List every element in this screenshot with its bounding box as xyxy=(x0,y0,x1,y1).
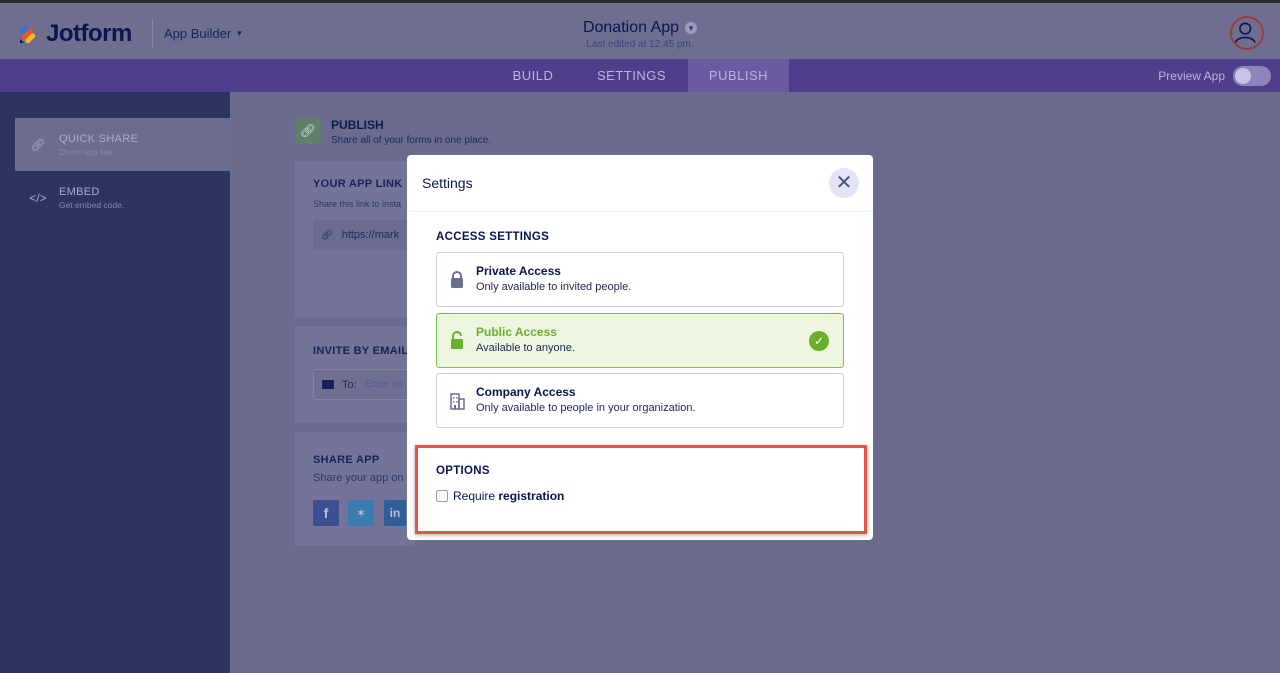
preview-app-toggle[interactable] xyxy=(1233,66,1271,86)
invite-title: INVITE BY EMAIL xyxy=(313,345,409,357)
sidebar-item-subtitle: Direct app link. xyxy=(59,146,116,157)
option-subtitle: Only available to people in your organiz… xyxy=(476,402,696,414)
app-link-field[interactable]: 🔗︎ https://mark xyxy=(313,220,413,250)
option-subtitle: Available to anyone. xyxy=(476,342,575,354)
share-app-subtitle: Share your app on xyxy=(313,472,404,484)
publish-header: 🔗︎ PUBLISH Share all of your forms in on… xyxy=(295,118,491,146)
option-title: Company Access xyxy=(476,385,576,399)
link-icon: 🔗︎ xyxy=(321,229,334,241)
link-icon: 🔗︎ xyxy=(30,137,46,152)
company-access-option[interactable]: Company Access Only available to people … xyxy=(436,373,844,428)
modal-header: Settings ✕ xyxy=(407,155,873,212)
require-label-text: Require xyxy=(453,489,499,503)
app-title-dropdown[interactable]: Donation App ▾ xyxy=(582,19,698,37)
twitter-icon[interactable]: ✶ xyxy=(348,500,374,526)
app-link-title: YOUR APP LINK xyxy=(313,178,403,190)
lock-icon xyxy=(451,271,463,288)
link-icon: 🔗︎ xyxy=(295,118,321,144)
linkedin-icon[interactable]: in xyxy=(384,500,406,526)
require-registration-checkbox[interactable] xyxy=(436,490,448,502)
sidebar-item-quick-share[interactable]: 🔗︎ QUICK SHARE Direct app link. xyxy=(15,118,230,171)
public-access-option[interactable]: Public Access Available to anyone. ✓ xyxy=(436,313,844,368)
close-button[interactable]: ✕ xyxy=(829,168,859,198)
publish-subtitle: Share all of your forms in one place. xyxy=(331,135,492,146)
check-icon: ✓ xyxy=(809,331,829,351)
mail-icon xyxy=(322,380,334,389)
user-avatar[interactable] xyxy=(1230,16,1264,50)
option-title: Public Access xyxy=(476,325,557,339)
tab-settings[interactable]: SETTINGS xyxy=(585,59,678,92)
top-bar: Jotform App Builder ▾ Donation App ▾ Las… xyxy=(0,0,1280,59)
nav-bar: BUILD SETTINGS PUBLISH Preview App xyxy=(0,59,1280,92)
email-placeholder: Enter en xyxy=(364,379,403,390)
sidebar: 🔗︎ QUICK SHARE Direct app link. </> EMBE… xyxy=(0,92,230,673)
close-icon: ✕ xyxy=(835,172,853,194)
to-label: To: xyxy=(342,378,357,391)
app-title: Donation App xyxy=(582,19,680,36)
tab-build[interactable]: BUILD xyxy=(497,59,569,92)
tab-publish[interactable]: PUBLISH xyxy=(688,59,789,92)
user-icon xyxy=(1234,22,1256,44)
code-icon: </> xyxy=(29,190,47,205)
last-edited-text: Last edited at 12:45 pm. xyxy=(586,39,694,50)
app-title-area: Donation App ▾ Last edited at 12:45 pm. xyxy=(0,19,1280,50)
preview-app: Preview App xyxy=(1158,66,1271,86)
modal-title: Settings xyxy=(422,175,473,191)
preview-app-label: Preview App xyxy=(1158,69,1225,83)
unlock-icon xyxy=(451,331,463,349)
access-settings-title: ACCESS SETTINGS xyxy=(436,231,550,243)
publish-title: PUBLISH xyxy=(331,118,384,132)
app-link-subtitle: Share this link to insta xyxy=(313,199,402,209)
sidebar-item-embed[interactable]: </> EMBED Get embed code. xyxy=(15,171,230,224)
share-app-title: SHARE APP xyxy=(313,454,380,466)
facebook-icon[interactable]: f xyxy=(313,500,339,526)
chevron-down-icon: ▾ xyxy=(685,22,698,34)
sidebar-item-title: QUICK SHARE xyxy=(59,132,139,145)
require-registration-label[interactable]: Require registration xyxy=(453,489,564,503)
sidebar-item-title: EMBED xyxy=(59,185,100,198)
share-app-card: SHARE APP Share your app on xyxy=(295,432,415,546)
option-title: Private Access xyxy=(476,264,561,278)
invite-email-input[interactable]: To: Enter en xyxy=(313,369,413,400)
private-access-option[interactable]: Private Access Only available to invited… xyxy=(436,252,844,307)
sidebar-item-subtitle: Get embed code. xyxy=(59,199,125,210)
option-subtitle: Only available to invited people. xyxy=(476,281,632,293)
require-label-bold: registration xyxy=(498,489,565,503)
app-link-value: https://mark xyxy=(341,229,400,241)
building-icon xyxy=(450,393,465,410)
